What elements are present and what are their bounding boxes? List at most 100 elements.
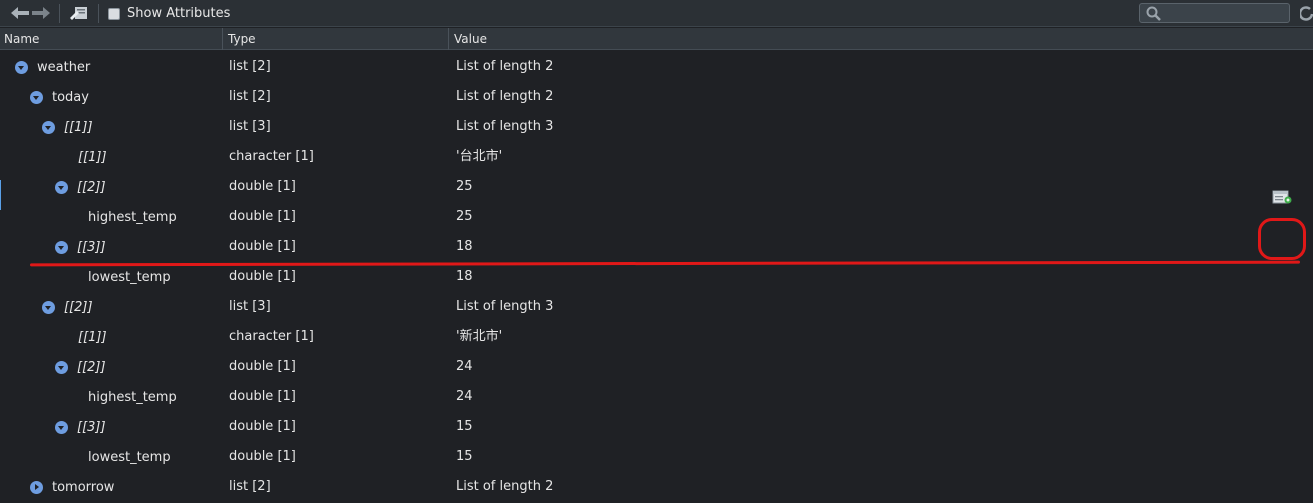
tree-row[interactable]: weather list [2] List of length 2 [0,52,1313,82]
expand-chevron-icon[interactable] [30,480,43,494]
collapse-chevron-icon[interactable] [42,300,55,314]
row-type: list [3] [229,119,271,134]
row-value: List of length 3 [456,299,554,314]
tree-row[interactable]: [[1]] character [1] '台北市' [0,142,1313,172]
show-attributes-checkbox[interactable] [108,8,120,20]
tree-row[interactable]: highest_temp double [1] 24 [0,382,1313,412]
row-type: double [1] [229,269,296,284]
tree-row[interactable]: [[3]] double [1] 18 [0,232,1313,262]
collapse-chevron-icon[interactable] [55,240,68,254]
search-icon [1146,6,1161,21]
row-type: double [1] [229,389,296,404]
name-cell: [[2]] [55,172,106,202]
tree-row[interactable]: lowest_temp double [1] 15 [0,442,1313,472]
toolbar-separator [59,4,60,23]
column-header-value[interactable]: Value [450,28,1313,50]
name-cell: lowest_temp [88,262,171,292]
row-name: highest_temp [88,389,177,405]
refresh-icon[interactable] [1298,5,1313,25]
row-type: double [1] [229,419,296,434]
row-value: 18 [456,269,473,284]
row-type: list [2] [229,479,271,494]
row-name: [[3]] [77,239,106,255]
forward-arrow-icon[interactable] [31,5,51,21]
row-value: '新北市' [456,329,503,344]
name-cell: [[1]] [42,112,93,142]
collapse-chevron-icon[interactable] [30,90,43,104]
row-type: character [1] [229,329,314,344]
row-value: List of length 2 [456,89,554,104]
row-name: [[2]] [77,359,106,375]
object-tree: weather list [2] List of length 2 today list… [0,52,1313,502]
toolbar-separator [98,4,99,23]
row-type: character [1] [229,149,314,164]
column-header-name[interactable]: Name [0,28,223,50]
row-name: [[2]] [77,179,106,195]
collapse-chevron-icon[interactable] [42,120,55,134]
name-cell: [[2]] [55,352,106,382]
copy-code-icon[interactable] [1272,189,1292,209]
toolbar: Show Attributes [0,0,1313,27]
row-name: lowest_temp [88,449,171,465]
row-name: weather [37,59,91,75]
show-attributes-label: Show Attributes [127,6,231,21]
tree-row[interactable]: [[2]] double [1] 24 [0,352,1313,382]
row-value: 18 [456,239,473,254]
row-name: [[1]] [64,119,93,135]
row-value: '台北市' [456,149,503,164]
name-cell: [[2]] [42,292,93,322]
row-name: tomorrow [52,479,115,495]
search-input[interactable] [1139,3,1290,23]
name-cell: [[1]] [78,322,107,352]
column-header-type[interactable]: Type [224,28,449,50]
tree-row[interactable]: [[1]] list [3] List of length 3 [0,112,1313,142]
collapse-chevron-icon[interactable] [55,360,68,374]
row-type: double [1] [229,359,296,374]
row-value: 24 [456,389,473,404]
row-name: [[1]] [78,149,107,165]
row-type: double [1] [229,449,296,464]
row-value: 25 [456,209,473,224]
collapse-chevron-icon[interactable] [15,60,28,74]
name-cell: weather [15,52,90,82]
name-cell: highest_temp [88,202,177,232]
tree-row[interactable]: today list [2] List of length 2 [0,82,1313,112]
tree-row[interactable]: tomorrow list [2] List of length 2 [0,472,1313,502]
row-value: 24 [456,359,473,374]
row-value: List of length 2 [456,59,554,74]
row-name: highest_temp [88,209,177,225]
row-type: list [2] [229,89,271,104]
tree-row[interactable]: [[2]] double [1] 25 [0,172,1313,202]
annotation-circle [1258,218,1306,260]
name-cell: today [30,82,89,112]
row-type: double [1] [229,209,296,224]
row-name: [[2]] [64,299,93,315]
row-value: 15 [456,449,473,464]
name-cell: [[1]] [78,142,107,172]
column-header: Name Type Value [0,28,1313,50]
row-name: today [52,89,89,105]
collapse-chevron-icon[interactable] [55,180,68,194]
tree-row[interactable]: [[3]] double [1] 15 [0,412,1313,442]
row-type: list [2] [229,59,271,74]
row-name: [[3]] [77,419,106,435]
row-value: 15 [456,419,473,434]
name-cell: [[3]] [55,412,106,442]
row-name: [[1]] [78,329,107,345]
row-name: lowest_temp [88,269,171,285]
row-value: 25 [456,179,473,194]
row-type: double [1] [229,179,296,194]
tree-row[interactable]: highest_temp double [1] 25 [0,202,1313,232]
name-cell: lowest_temp [88,442,171,472]
active-row-marker [0,180,1,210]
collapse-chevron-icon[interactable] [55,420,68,434]
row-type: double [1] [229,239,296,254]
open-in-editor-icon[interactable] [68,5,90,21]
row-type: list [3] [229,299,271,314]
tree-row[interactable]: lowest_temp double [1] 18 [0,262,1313,292]
tree-row[interactable]: [[2]] list [3] List of length 3 [0,292,1313,322]
name-cell: [[3]] [55,232,106,262]
name-cell: highest_temp [88,382,177,412]
back-arrow-icon[interactable] [10,5,30,21]
tree-row[interactable]: [[1]] character [1] '新北市' [0,322,1313,352]
